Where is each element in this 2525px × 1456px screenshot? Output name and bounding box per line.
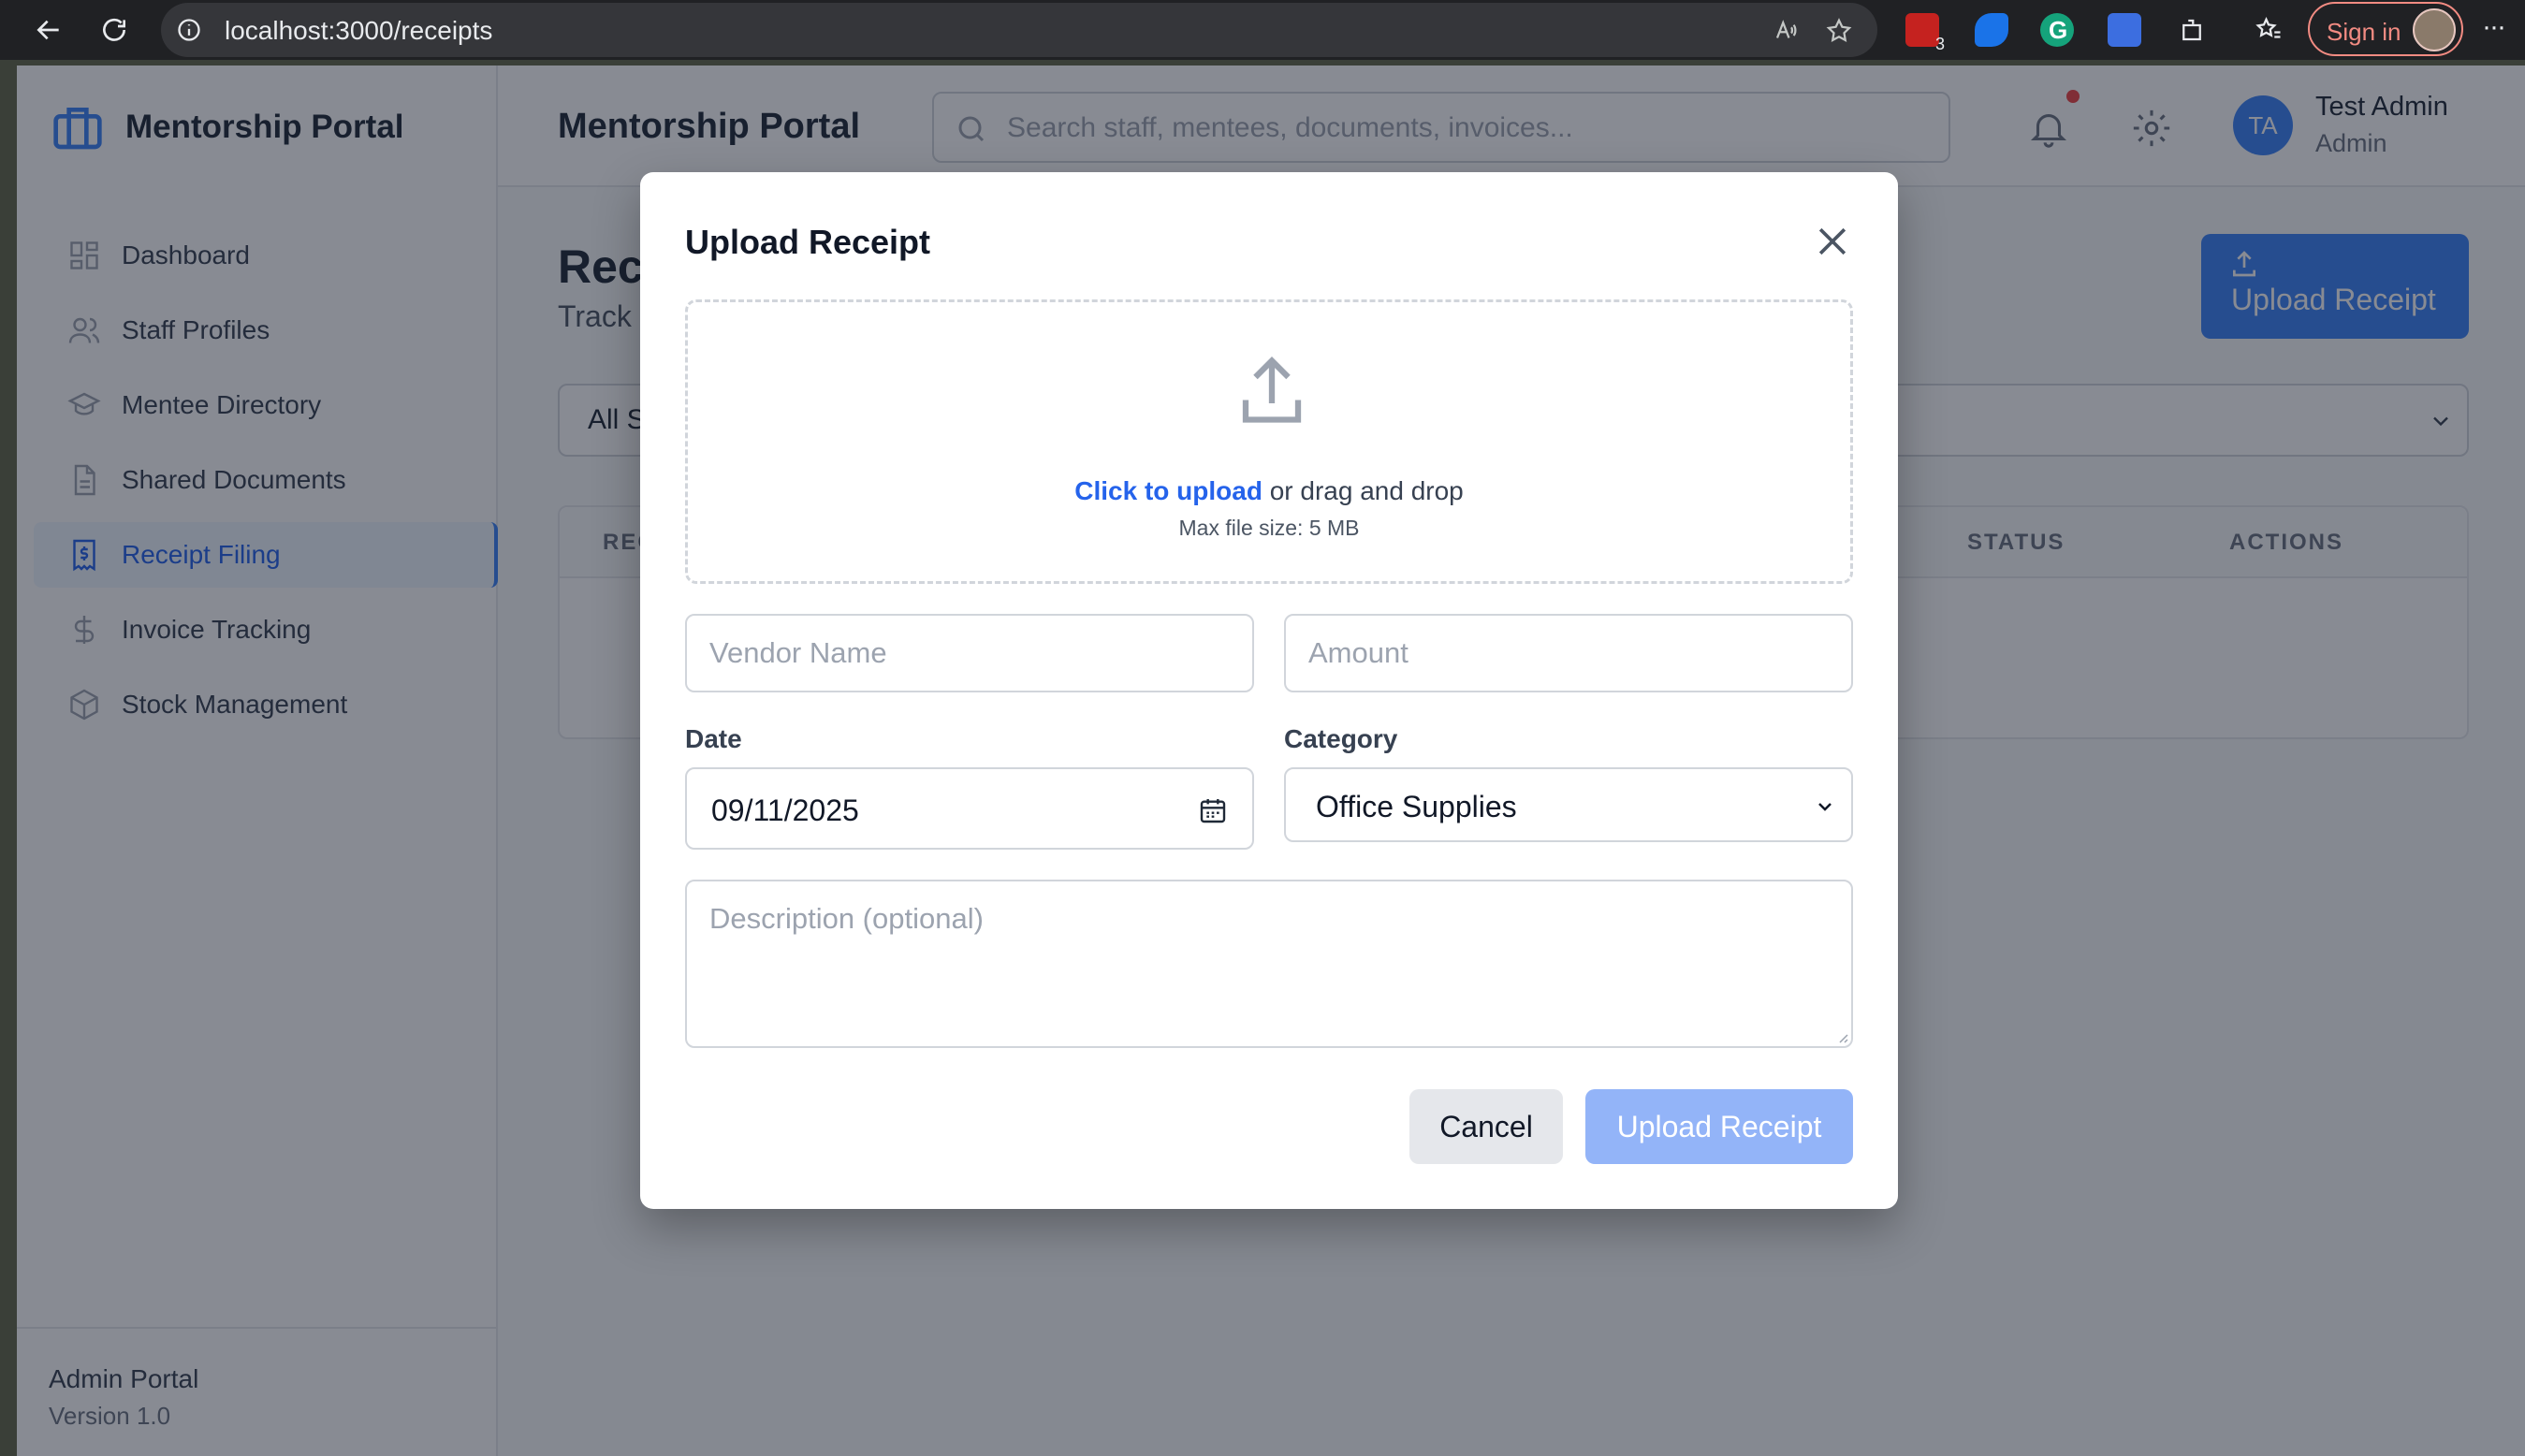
extension-icon[interactable] xyxy=(2108,13,2141,47)
extension-badge: 3 xyxy=(1934,35,1945,53)
back-icon[interactable] xyxy=(32,13,66,47)
date-value: 09/11/2025 xyxy=(711,794,859,827)
category-select[interactable]: Office Supplies xyxy=(1284,767,1853,842)
sign-in-label: Sign in xyxy=(2327,18,2401,46)
calendar-icon[interactable] xyxy=(1198,795,1228,825)
resize-handle-icon[interactable] xyxy=(1834,1029,1849,1044)
chevron-down-icon xyxy=(1818,803,1832,811)
category-value: Office Supplies xyxy=(1316,790,1517,823)
vendor-name-input[interactable] xyxy=(685,614,1254,692)
amount-input[interactable] xyxy=(1284,614,1853,692)
max-file-size: Max file size: 5 MB xyxy=(1178,516,1360,540)
date-input[interactable]: 09/11/2025 xyxy=(685,767,1254,850)
dropzone-instructions: Click to upload or drag and drop xyxy=(688,476,1850,506)
upload-icon xyxy=(1242,357,1302,423)
more-icon[interactable]: ··· xyxy=(2482,11,2506,43)
extension-icon[interactable]: 3 xyxy=(1905,13,1945,53)
modal-title: Upload Receipt xyxy=(685,223,931,261)
upload-receipt-modal: Upload Receipt Click to upload or drag a… xyxy=(640,172,1898,1209)
file-dropzone[interactable]: Click to upload or drag and drop Max fil… xyxy=(685,299,1853,584)
url-text[interactable]: localhost:3000/receipts xyxy=(225,16,492,46)
date-label: Date xyxy=(685,724,742,753)
read-aloud-icon[interactable] xyxy=(1773,17,1801,45)
category-label: Category xyxy=(1284,724,1398,753)
close-icon[interactable] xyxy=(1812,221,1853,262)
cancel-button[interactable]: Cancel xyxy=(1409,1089,1563,1164)
site-info-icon[interactable] xyxy=(176,17,202,43)
favorites-icon[interactable] xyxy=(2252,13,2285,47)
favorite-star-icon[interactable] xyxy=(1825,17,1853,45)
extensions-puzzle-icon[interactable] xyxy=(2175,13,2209,47)
profile-avatar xyxy=(2413,8,2456,51)
address-bar[interactable]: localhost:3000/receipts xyxy=(161,3,1877,57)
grammarly-icon[interactable]: G xyxy=(2040,13,2074,47)
extension-icon[interactable] xyxy=(1975,13,2008,47)
click-to-upload-link[interactable]: Click to upload xyxy=(1074,476,1262,505)
browser-toolbar: localhost:3000/receipts 3 G Sign in ··· xyxy=(0,0,2525,60)
description-textarea[interactable] xyxy=(685,880,1853,1048)
drag-drop-text: or drag and drop xyxy=(1262,476,1464,505)
submit-upload-button[interactable]: Upload Receipt xyxy=(1585,1089,1853,1164)
reload-icon[interactable] xyxy=(97,13,131,47)
sign-in-button[interactable]: Sign in xyxy=(2308,2,2463,56)
